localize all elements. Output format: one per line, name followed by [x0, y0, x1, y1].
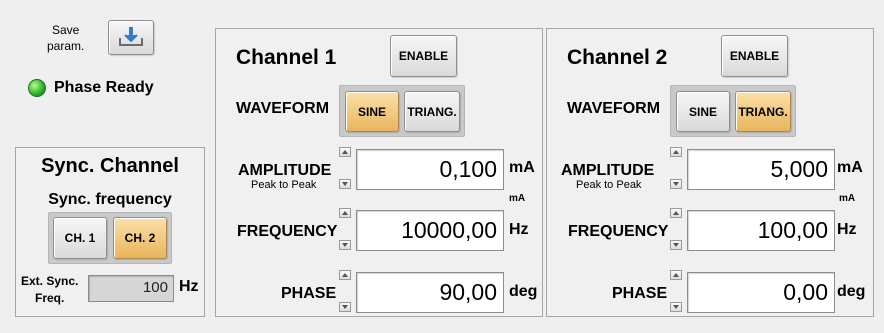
- channel-1-amplitude-unit-small: mA: [509, 193, 526, 204]
- channel-2-phase-input[interactable]: 0,00: [687, 272, 835, 313]
- channel-2-phase-decrement[interactable]: [670, 302, 682, 312]
- sync-channel-title: Sync. Channel: [41, 155, 179, 177]
- channel-2-frequency-unit: Hz: [837, 221, 857, 238]
- channel-2-triang-button[interactable]: TRIANG.: [735, 91, 791, 132]
- channel-1-waveform-selector: SINE TRIANG.: [339, 85, 465, 137]
- sync-channel-selector: CH. 1 CH. 2: [48, 212, 172, 264]
- ext-sync-freq-unit: Hz: [179, 278, 199, 295]
- sync-channel-panel: Sync. Channel Sync. frequency CH. 1 CH. …: [15, 147, 205, 317]
- channel-2-sine-button[interactable]: SINE: [676, 91, 730, 132]
- channel-1-phase-label: PHASE: [281, 285, 337, 302]
- sync-ch1-button[interactable]: CH. 1: [53, 217, 107, 259]
- channel-1-phase-unit: deg: [509, 283, 538, 300]
- phase-ready-label: Phase Ready: [54, 79, 154, 96]
- channel-2-phase-unit: deg: [837, 283, 866, 300]
- channel-2-waveform-label: WAVEFORM: [567, 100, 661, 117]
- channel-1-frequency-input[interactable]: 10000,00: [356, 210, 504, 251]
- channel-1-frequency-increment[interactable]: [339, 208, 351, 218]
- channel-2-frequency-increment[interactable]: [670, 208, 682, 218]
- ext-sync-freq-label: Ext. Sync. Freq.: [21, 274, 79, 305]
- channel-1-phase-input[interactable]: 90,00: [356, 272, 504, 313]
- save-params-label: Save param.: [47, 23, 85, 53]
- channel-2-amplitude-input[interactable]: 5,000: [687, 149, 835, 190]
- channel-1-frequency-decrement[interactable]: [339, 240, 351, 250]
- channel-1-title: Channel 1: [236, 46, 337, 69]
- ext-sync-freq-field: 100: [88, 275, 174, 302]
- phase-ready-led: [28, 79, 46, 97]
- channel-2-frequency-decrement[interactable]: [670, 240, 682, 250]
- channel-2-phase-increment[interactable]: [670, 270, 682, 280]
- channel-1-enable-button[interactable]: ENABLE: [390, 35, 457, 77]
- channel-1-frequency-label: FREQUENCY: [237, 223, 338, 240]
- channel-1-phase-increment[interactable]: [339, 270, 351, 280]
- channel-2-waveform-selector: SINE TRIANG.: [670, 85, 796, 137]
- channel-2-amplitude-increment[interactable]: [670, 147, 682, 157]
- channel-1-amplitude-unit: mA: [509, 159, 535, 176]
- channel-2-title: Channel 2: [567, 46, 668, 69]
- channel-1-amplitude-label: AMPLITUDE: [238, 162, 332, 179]
- channel-1-triang-button[interactable]: TRIANG.: [404, 91, 460, 132]
- channel-1-amplitude-input[interactable]: 0,100: [356, 149, 504, 190]
- channel-1-panel: Channel 1 ENABLE WAVEFORM SINE TRIANG. A…: [215, 28, 543, 317]
- channel-1-frequency-unit: Hz: [509, 221, 529, 238]
- sync-frequency-label: Sync. frequency: [48, 191, 172, 208]
- channel-1-amplitude-sub: Peak to Peak: [251, 179, 317, 191]
- channel-2-enable-button[interactable]: ENABLE: [721, 35, 788, 77]
- channel-1-sine-button[interactable]: SINE: [345, 91, 399, 132]
- channel-1-waveform-label: WAVEFORM: [236, 100, 330, 117]
- channel-1-amplitude-increment[interactable]: [339, 147, 351, 157]
- save-params-button[interactable]: [108, 20, 154, 55]
- channel-2-frequency-label: FREQUENCY: [568, 223, 669, 240]
- save-params-icon: [116, 24, 146, 51]
- channel-2-frequency-input[interactable]: 100,00: [687, 210, 835, 251]
- channel-2-amplitude-unit-small: mA: [839, 193, 856, 204]
- channel-1-amplitude-decrement[interactable]: [339, 179, 351, 189]
- channel-2-panel: Channel 2 ENABLE WAVEFORM SINE TRIANG. A…: [546, 28, 874, 317]
- channel-2-amplitude-decrement[interactable]: [670, 179, 682, 189]
- channel-2-amplitude-unit: mA: [837, 159, 863, 176]
- channel-2-amplitude-label: AMPLITUDE: [561, 162, 655, 179]
- channel-2-amplitude-sub: Peak to Peak: [576, 179, 642, 191]
- channel-1-phase-decrement[interactable]: [339, 302, 351, 312]
- sync-ch2-button[interactable]: CH. 2: [113, 217, 167, 259]
- channel-2-phase-label: PHASE: [612, 285, 668, 302]
